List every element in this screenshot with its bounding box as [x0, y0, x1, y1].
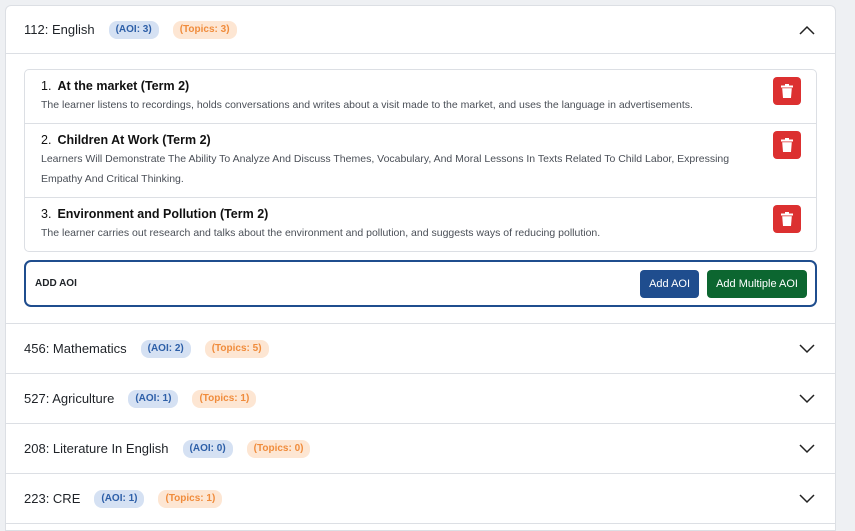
list-item: 2. Children At Work (Term 2) Learners Wi…	[25, 124, 816, 198]
aoi-number: 3.	[41, 207, 52, 221]
add-aoi-label: ADD AOI	[35, 278, 77, 289]
aoi-title: 2. Children At Work (Term 2)	[41, 133, 756, 147]
subject-header-literature[interactable]: 208: Literature In English (AOI: 0) (Top…	[6, 424, 835, 474]
topics-count-badge: (Topics: 0)	[246, 439, 311, 458]
chevron-down-icon[interactable]	[799, 443, 815, 454]
aoi-title: 3. Environment and Pollution (Term 2)	[41, 207, 756, 221]
aoi-description: The learner carries out research and tal…	[41, 227, 601, 239]
subject-title: 223: CRE	[24, 491, 81, 506]
subject-header-english[interactable]: 112: English (AOI: 3) (Topics: 3)	[6, 6, 835, 54]
aoi-count-badge: (AOI: 0)	[182, 439, 233, 458]
subject-body-english: 1. At the market (Term 2) The learner li…	[6, 54, 835, 324]
add-multiple-aoi-button[interactable]: Add Multiple AOI	[707, 269, 807, 298]
topics-count-badge: (Topics: 5)	[204, 339, 269, 358]
trash-icon	[781, 84, 793, 98]
topics-count-badge: (Topics: 1)	[158, 489, 223, 508]
chevron-down-icon[interactable]	[799, 493, 815, 504]
aoi-number: 2.	[41, 133, 52, 147]
add-aoi-button[interactable]: Add AOI	[640, 269, 700, 298]
trash-icon	[781, 138, 793, 152]
delete-aoi-button[interactable]	[773, 205, 801, 233]
chevron-down-icon[interactable]	[799, 343, 815, 354]
topics-count-badge: (Topics: 1)	[192, 389, 257, 408]
delete-aoi-button[interactable]	[773, 131, 801, 159]
list-item: 1. At the market (Term 2) The learner li…	[25, 70, 816, 124]
delete-aoi-button[interactable]	[773, 77, 801, 105]
aoi-list: 1. At the market (Term 2) The learner li…	[24, 69, 817, 252]
add-aoi-panel: ADD AOI Add AOI Add Multiple AOI	[24, 260, 817, 307]
aoi-count-badge: (AOI: 3)	[108, 20, 159, 39]
subject-header-mathematics[interactable]: 456: Mathematics (AOI: 2) (Topics: 5)	[6, 324, 835, 374]
subject-header-agriculture[interactable]: 527: Agriculture (AOI: 1) (Topics: 1)	[6, 374, 835, 424]
topics-count-badge: (Topics: 3)	[172, 20, 237, 39]
aoi-description: The learner listens to recordings, holds…	[41, 99, 693, 111]
list-item: 3. Environment and Pollution (Term 2) Th…	[25, 198, 816, 251]
aoi-title-text: At the market (Term 2)	[57, 79, 190, 93]
subjects-accordion: 112: English (AOI: 3) (Topics: 3) 1. At …	[5, 5, 836, 531]
aoi-description: Learners Will Demonstrate The Ability To…	[41, 153, 730, 185]
aoi-number: 1.	[41, 79, 52, 93]
aoi-title-text: Environment and Pollution (Term 2)	[57, 207, 269, 221]
subject-title: 456: Mathematics	[24, 341, 127, 356]
subject-title: 112: English	[24, 22, 95, 37]
aoi-count-badge: (AOI: 1)	[128, 389, 179, 408]
aoi-count-badge: (AOI: 2)	[140, 339, 191, 358]
aoi-title-text: Children At Work (Term 2)	[57, 133, 211, 147]
subject-title: 527: Agriculture	[24, 391, 115, 406]
chevron-down-icon[interactable]	[799, 393, 815, 404]
aoi-count-badge: (AOI: 1)	[94, 489, 145, 508]
chevron-up-icon[interactable]	[799, 25, 815, 35]
trash-icon	[781, 212, 793, 226]
subject-title: 208: Literature In English	[24, 441, 169, 456]
aoi-title: 1. At the market (Term 2)	[41, 79, 756, 93]
subject-header-cre[interactable]: 223: CRE (AOI: 1) (Topics: 1)	[6, 474, 835, 524]
